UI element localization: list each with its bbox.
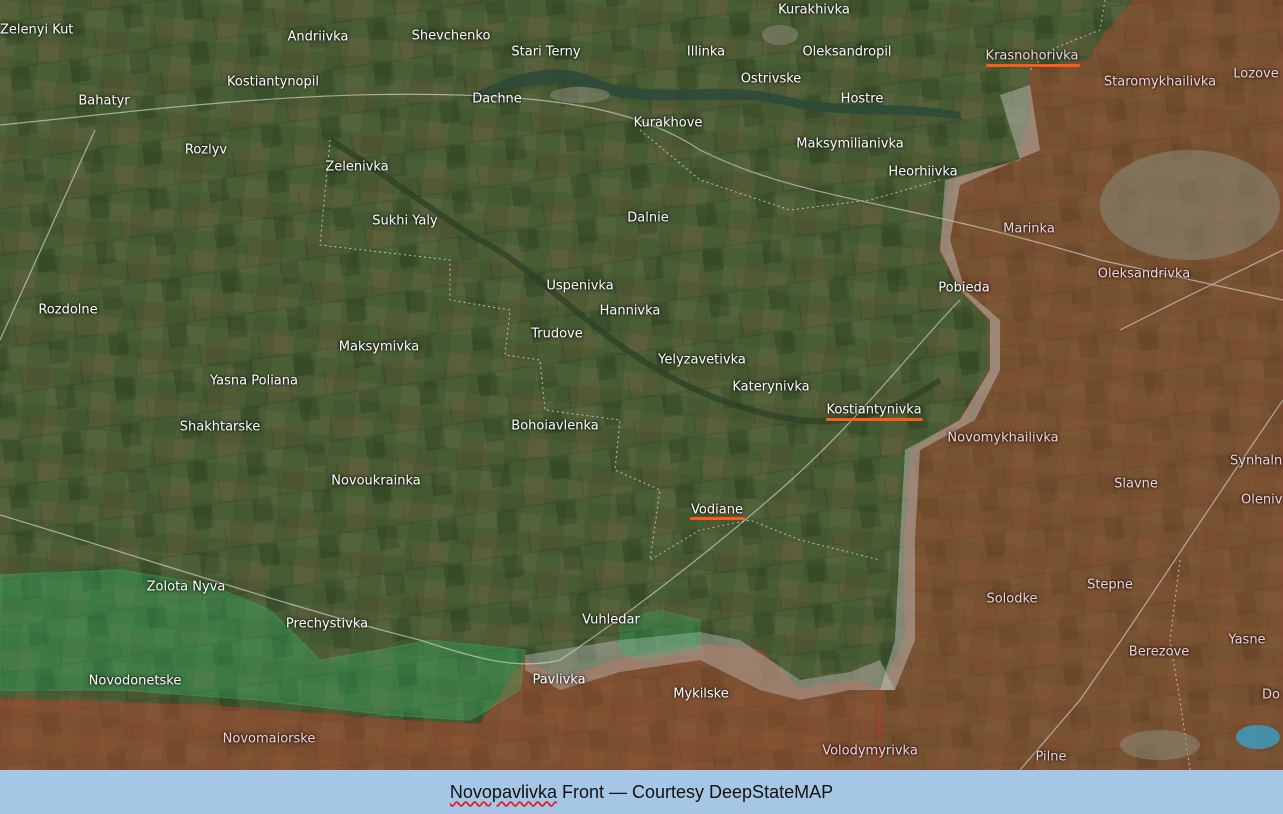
place-stari-terny: Stari Terny: [511, 44, 581, 60]
place-staromykhailivka: Staromykhailivka: [1103, 74, 1217, 90]
place-trudove: Trudove: [531, 326, 583, 342]
place-pilne: Pilne: [1035, 749, 1067, 765]
place-zelenyi-kut: Zelenyi Kut: [0, 22, 74, 38]
place-olenivka: Oleniv: [1241, 492, 1283, 508]
place-oleksandrivka: Oleksandrivka: [1097, 266, 1191, 282]
place-novoukrainka: Novoukrainka: [331, 473, 421, 489]
place-shakhtarske: Shakhtarske: [179, 419, 261, 435]
place-maksymilianivka: Maksymilianivka: [796, 136, 904, 152]
place-sukhi-yaly: Sukhi Yaly: [372, 213, 438, 229]
place-illinka: Illinka: [686, 44, 726, 60]
place-maksymivka: Maksymivka: [338, 339, 420, 355]
place-novomykhailivka: Novomykhailivka: [947, 430, 1059, 446]
place-lozove: Lozove: [1233, 66, 1279, 82]
place-ostrivske: Ostrivske: [740, 71, 802, 87]
place-kurakhove: Kurakhove: [633, 115, 703, 131]
place-yelyzavetivka: Yelyzavetivka: [658, 352, 746, 368]
place-hostre: Hostre: [840, 91, 884, 107]
place-rozdolne: Rozdolne: [38, 302, 98, 318]
caption-title-word: Novopavlivka: [449, 781, 557, 802]
caption-rest: Front — Courtesy DeepStateMAP: [561, 781, 834, 802]
place-stepne: Stepne: [1087, 577, 1133, 593]
place-kostiantynivka: Kostiantynivka: [826, 402, 922, 418]
place-synhalne: Synhaln: [1230, 453, 1283, 469]
place-pavlivka: Pavlivka: [532, 672, 586, 688]
place-bahatyr: Bahatyr: [78, 93, 130, 109]
place-berezove: Berezove: [1128, 644, 1190, 660]
place-novodonetske: Novodonetske: [88, 673, 182, 689]
place-shevchenko: Shevchenko: [411, 28, 491, 44]
place-dalnie: Dalnie: [627, 210, 669, 226]
place-prechystivka: Prechystivka: [285, 616, 369, 632]
place-pobieda: Pobieda: [938, 280, 990, 296]
place-yasna-poliana: Yasna Poliana: [210, 373, 298, 389]
place-oleksandropil: Oleksandropil: [802, 44, 892, 60]
place-marinka: Marinka: [1003, 221, 1055, 237]
map-caption: Novopavlivka Front — Courtesy DeepStateM…: [0, 770, 1283, 814]
place-bohoiavlenka: Bohoiavlenka: [511, 418, 599, 434]
place-heorhiivka: Heorhiivka: [888, 164, 958, 180]
place-kurakhivka: Kurakhivka: [778, 2, 850, 18]
place-dokuchaievsk: Do: [1262, 687, 1280, 703]
highlight-vodiane: [690, 517, 745, 520]
highlight-krasnohorivka: [986, 64, 1080, 67]
place-kostiantynopil: Kostiantynopil: [227, 74, 319, 90]
place-zelenivka: Zelenivka: [325, 159, 389, 175]
place-hannivka: Hannivka: [599, 303, 661, 319]
place-yasne: Yasne: [1228, 632, 1266, 648]
place-slavne: Slavne: [1114, 476, 1158, 492]
place-zolota-nyva: Zolota Nyva: [146, 579, 226, 595]
map-canvas[interactable]: Zelenyi Kut Andriivka Shevchenko Stari T…: [0, 0, 1283, 770]
place-andriivka: Andriivka: [287, 29, 349, 45]
place-novomaiorske: Novomaiorske: [222, 731, 316, 747]
place-solodke: Solodke: [986, 591, 1038, 607]
place-volodymyrivka: Volodymyrivka: [822, 743, 918, 759]
place-vodiane: Vodiane: [691, 502, 743, 518]
place-krasnohorivka: Krasnohorivka: [985, 48, 1079, 64]
place-vuhledar: Vuhledar: [582, 612, 640, 628]
place-uspenivka: Uspenivka: [546, 278, 614, 294]
place-mykilske: Mykilske: [673, 686, 729, 702]
pond: [1236, 725, 1280, 749]
place-dachne: Dachne: [472, 91, 522, 107]
highlight-kostiantynivka: [826, 418, 923, 421]
place-katerynivka: Katerynivka: [732, 379, 810, 395]
place-rozlyv: Rozlyv: [184, 142, 228, 158]
